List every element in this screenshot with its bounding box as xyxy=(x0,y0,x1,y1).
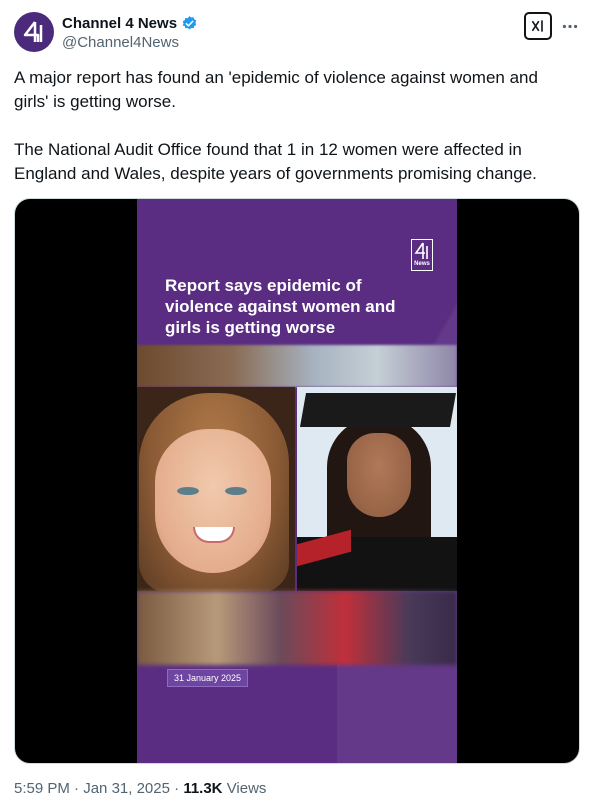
tweet-paragraph: A major report has found an 'epidemic of… xyxy=(14,68,538,111)
views-label: Views xyxy=(226,780,267,797)
author-handle[interactable]: @Channel4News xyxy=(62,34,198,51)
verified-badge-icon xyxy=(182,15,197,29)
video-headline: Report says epidemic of violence against… xyxy=(165,276,396,337)
portrait-photo-right xyxy=(297,387,457,591)
tweet-paragraph: The National Audit Office found that 1 i… xyxy=(14,140,537,183)
video-frame: News Report says epidemic of violence ag… xyxy=(137,199,457,763)
video-date-tag: 31 January 2025 xyxy=(167,669,249,687)
author-names: Channel 4 News @Channel4News xyxy=(62,13,198,51)
avatar[interactable] xyxy=(14,12,54,52)
meta-separator: · xyxy=(174,780,180,797)
logo-news-text: News xyxy=(414,261,430,267)
tweet-meta: 5:59 PM · Jan 31, 2025 · 11.3K Views xyxy=(14,780,266,797)
author-display-name[interactable]: Channel 4 News xyxy=(62,15,177,32)
channel4-logo-icon xyxy=(23,21,43,42)
tweet-text: A major report has found an 'epidemic of… xyxy=(14,66,574,186)
channel4-news-logo: News xyxy=(411,239,433,271)
channel4-logo-icon xyxy=(414,242,428,259)
meta-separator: · xyxy=(74,780,80,797)
blurred-photo-strip xyxy=(137,345,457,387)
more-options-button[interactable] xyxy=(560,14,580,38)
blurred-photo-strip xyxy=(137,591,457,665)
grok-icon xyxy=(531,20,543,32)
tweet-time[interactable]: 5:59 PM xyxy=(14,780,70,797)
media-video[interactable]: News Report says epidemic of violence ag… xyxy=(14,198,580,764)
views-count: 11.3K xyxy=(183,780,223,797)
more-options-icon xyxy=(562,24,578,28)
tweet-date[interactable]: Jan 31, 2025 xyxy=(83,780,170,797)
portrait-photo-left xyxy=(137,387,295,591)
grok-button[interactable] xyxy=(524,12,552,40)
tweet-header: Channel 4 News @Channel4News xyxy=(14,12,580,54)
